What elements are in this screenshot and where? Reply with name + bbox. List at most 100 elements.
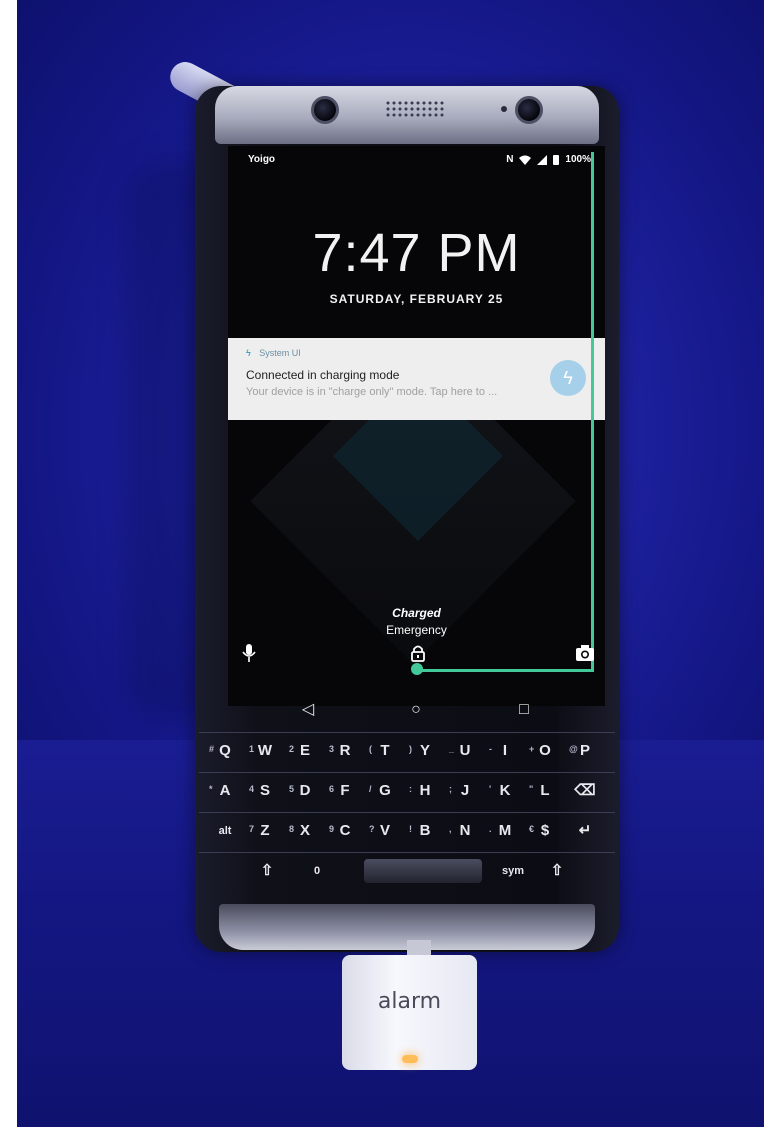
notification-card[interactable]: ϟ System UI Connected in charging mode Y…: [228, 338, 605, 420]
key-m[interactable]: M.: [487, 815, 523, 847]
charging-bolt-icon: ϟ: [550, 360, 586, 396]
physical-keyboard: Q # W 1 E 2 R 3 T(Y) U _ I - O + P @ A * S 4 D 5 F 6 G / H: J; K ' L " ⌫…: [199, 732, 615, 902]
key-l[interactable]: L ": [527, 775, 563, 807]
key-label: I: [502, 742, 508, 759]
key-d[interactable]: D5: [287, 775, 323, 807]
key-v[interactable]: V?: [367, 815, 403, 847]
notification-app-name: System UI: [259, 348, 301, 358]
key-t[interactable]: T(: [367, 735, 403, 767]
key-label: ⌫: [574, 782, 596, 799]
key-alt-label: #: [209, 744, 215, 754]
key-w[interactable]: W1: [247, 735, 283, 767]
key-alt-label: €: [529, 824, 535, 834]
key-z[interactable]: Z7: [247, 815, 283, 847]
sym-key[interactable]: sym: [495, 855, 531, 887]
key-label: D: [299, 782, 311, 799]
key-u[interactable]: U _: [447, 735, 483, 767]
keyboard-row-4: ⇧ 0 sym ⇧: [199, 852, 615, 888]
charging-line-horizontal: [414, 669, 594, 672]
home-button[interactable]: ○: [406, 700, 426, 720]
lock-clock: 7:47 PM: [312, 223, 521, 283]
top-bezel: [215, 86, 599, 144]
lock-screen[interactable]: Yoigo N 100% 7:47 PM SATURDAY, FEBRUARY …: [228, 146, 605, 706]
key-alt-label: ): [409, 744, 412, 754]
emergency-call-link[interactable]: Emergency: [228, 623, 605, 637]
charging-dot: [411, 663, 423, 675]
key-label: E: [299, 742, 310, 759]
signal-icon: [537, 154, 548, 165]
key-x[interactable]: X8: [287, 815, 323, 847]
key-alt-label: /: [369, 784, 372, 794]
key-j[interactable]: J;: [447, 775, 483, 807]
key-alt-label: 4: [249, 784, 255, 794]
key-p[interactable]: P @: [567, 735, 603, 767]
back-button[interactable]: ◁: [298, 700, 318, 720]
alarm-security-dongle: alarm: [342, 955, 477, 1070]
keyboard-row-2: A * S 4 D 5 F 6 G / H: J; K ' L " ⌫: [199, 772, 615, 808]
key-label: K: [499, 782, 511, 799]
key-y[interactable]: Y): [407, 735, 443, 767]
key-label: alt: [218, 825, 232, 837]
carrier-name: Yoigo: [248, 154, 276, 165]
nfc-indicator: N: [506, 154, 514, 165]
key-label: Q: [219, 742, 231, 759]
key-special[interactable]: ↵: [567, 815, 603, 847]
key-label: B: [419, 822, 431, 839]
key-alt-label: ;: [449, 784, 452, 794]
key-special[interactable]: $ €: [527, 815, 563, 847]
key-label: Z: [260, 822, 270, 839]
key-label: $: [540, 822, 550, 839]
key-e[interactable]: E2: [287, 735, 323, 767]
key-h[interactable]: H:: [407, 775, 443, 807]
key-i[interactable]: I-: [487, 735, 523, 767]
key-o[interactable]: O +: [527, 735, 563, 767]
shift-right-key[interactable]: ⇧: [539, 855, 575, 887]
key-label: G: [379, 782, 391, 799]
zero-key[interactable]: 0: [299, 855, 335, 887]
battery-icon: [553, 154, 560, 165]
key-alt-label: *: [209, 784, 213, 794]
key-r[interactable]: R3: [327, 735, 363, 767]
recents-button[interactable]: □: [514, 700, 534, 720]
key-label: J: [460, 782, 470, 799]
key-special[interactable]: alt: [207, 815, 243, 847]
keyboard-row-1: Q # W 1 E 2 R 3 T(Y) U _ I - O + P @: [199, 732, 615, 768]
notification-title: Connected in charging mode: [246, 368, 400, 382]
key-alt-label: 2: [289, 744, 295, 754]
notification-text: Your device is in "charge only" mode. Ta…: [246, 386, 498, 398]
key-alt-label: 1: [249, 744, 255, 754]
key-label: O: [539, 742, 551, 759]
key-alt-label: .: [489, 824, 492, 834]
lock-icon[interactable]: [409, 644, 427, 662]
key-g[interactable]: G /: [367, 775, 403, 807]
key-n[interactable]: N,: [447, 815, 483, 847]
key-label: Y: [419, 742, 430, 759]
mic-icon[interactable]: [242, 644, 256, 664]
key-alt-label: ': [489, 784, 492, 794]
key-s[interactable]: S4: [247, 775, 283, 807]
charged-status: Charged: [392, 606, 441, 620]
key-alt-label: 8: [289, 824, 295, 834]
key-b[interactable]: B!: [407, 815, 443, 847]
key-alt-label: ?: [369, 824, 375, 834]
key-alt-label: _: [449, 744, 455, 754]
key-special[interactable]: ⌫: [567, 775, 603, 807]
key-f[interactable]: F6: [327, 775, 363, 807]
key-label: W: [257, 742, 273, 759]
key-label: L: [540, 782, 550, 799]
shift-left-key[interactable]: ⇧: [249, 855, 285, 887]
status-bar: Yoigo N 100%: [228, 146, 605, 174]
key-label: P: [579, 742, 590, 759]
key-a[interactable]: A *: [207, 775, 243, 807]
camera-icon[interactable]: [575, 644, 595, 662]
phone-body: Yoigo N 100% 7:47 PM SATURDAY, FEBRUARY …: [195, 86, 619, 952]
photo-scene: Yoigo N 100% 7:47 PM SATURDAY, FEBRUARY …: [17, 0, 764, 1127]
spacebar-key[interactable]: [364, 859, 482, 883]
key-alt-label: ": [529, 784, 534, 794]
key-q[interactable]: Q #: [207, 735, 243, 767]
key-label: F: [340, 782, 350, 799]
key-c[interactable]: C9: [327, 815, 363, 847]
key-alt-label: 7: [249, 824, 255, 834]
key-k[interactable]: K ': [487, 775, 523, 807]
secondary-sensor-icon: [515, 96, 543, 124]
